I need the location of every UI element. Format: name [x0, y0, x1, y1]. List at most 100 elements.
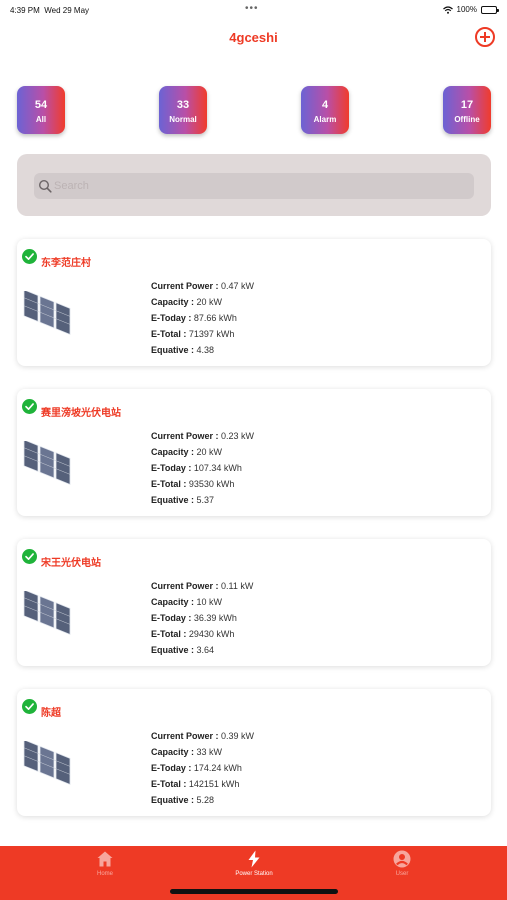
- tab-home-label: Home: [96, 871, 113, 877]
- e-total-row: E-Total : 29430 kWh: [151, 626, 253, 642]
- equative-label: Equative :: [151, 495, 195, 505]
- capacity-value: 20 kW: [196, 447, 223, 457]
- e-total-label: E-Total :: [151, 779, 187, 789]
- e-total-label: E-Total :: [151, 629, 187, 639]
- nav-bar: 4gceshi: [0, 22, 507, 54]
- e-today-label: E-Today :: [151, 613, 192, 623]
- battery-percent: 100%: [456, 5, 477, 14]
- equative-row: Equative : 5.37: [151, 492, 254, 508]
- lightning-icon: [248, 850, 260, 868]
- stat-offline-label: Offline: [454, 115, 480, 124]
- current-power-label: Current Power :: [151, 431, 219, 441]
- e-today-row: E-Today : 174.24 kWh: [151, 760, 254, 776]
- equative-row: Equative : 3.64: [151, 642, 253, 658]
- stat-normal-button[interactable]: 33 Normal: [159, 86, 207, 134]
- check-circle-icon: [22, 699, 37, 714]
- status-right: 100%: [442, 5, 499, 14]
- solar-panel-image: [23, 291, 71, 335]
- e-total-row: E-Total : 142151 kWh: [151, 776, 254, 792]
- stat-alarm-label: Alarm: [313, 115, 337, 124]
- e-total-label: E-Total :: [151, 329, 187, 339]
- e-total-label: E-Total :: [151, 479, 187, 489]
- stat-alarm-count: 4: [321, 99, 329, 111]
- e-total-row: E-Total : 71397 kWh: [151, 326, 254, 342]
- tab-power-station[interactable]: Power Station: [204, 850, 304, 890]
- search-input[interactable]: [54, 173, 464, 199]
- current-power-row: Current Power : 0.23 kW: [151, 428, 254, 444]
- capacity-value: 10 kW: [196, 597, 223, 607]
- e-total-value: 93530 kWh: [188, 479, 235, 489]
- e-total-row: E-Total : 93530 kWh: [151, 476, 254, 492]
- current-power-value: 0.39 kW: [221, 731, 255, 741]
- capacity-row: Capacity : 20 kW: [151, 444, 254, 460]
- check-circle-icon: [22, 249, 37, 264]
- solar-panel-image: [23, 741, 71, 785]
- stat-offline-count: 17: [460, 99, 474, 111]
- station-name: 陈超: [41, 708, 61, 719]
- stat-all-button[interactable]: 54 All: [17, 86, 65, 134]
- current-power-label: Current Power :: [151, 281, 219, 291]
- e-today-label: E-Today :: [151, 463, 192, 473]
- station-card[interactable]: 陈超 Current Power : 0.39 kW Capacity : 33…: [17, 689, 491, 816]
- status-time: 4:39 PM Wed 29 May: [10, 6, 89, 15]
- stat-all-count: 54: [34, 99, 48, 111]
- e-today-value: 174.24 kWh: [193, 763, 242, 773]
- capacity-label: Capacity :: [151, 747, 195, 757]
- station-card[interactable]: 东李范庄村 Current Power : 0.47 kW Capacity :…: [17, 239, 491, 366]
- equative-label: Equative :: [151, 795, 195, 805]
- stat-normal-label: Normal: [169, 115, 197, 124]
- stat-all-label: All: [35, 115, 47, 124]
- multitask-dots[interactable]: •••: [245, 3, 259, 14]
- station-info: Current Power : 0.23 kW Capacity : 20 kW…: [151, 428, 254, 508]
- e-today-value: 36.39 kWh: [193, 613, 237, 623]
- station-name: 宋王光伏电站: [41, 558, 101, 569]
- search-box[interactable]: [34, 173, 474, 199]
- current-power-row: Current Power : 0.11 kW: [151, 578, 253, 594]
- current-power-value: 0.23 kW: [221, 431, 255, 441]
- capacity-row: Capacity : 33 kW: [151, 744, 254, 760]
- stat-alarm-button[interactable]: 4 Alarm: [301, 86, 349, 134]
- e-total-value: 29430 kWh: [188, 629, 235, 639]
- status-time-text: 4:39 PM: [10, 6, 40, 15]
- tab-user[interactable]: User: [352, 850, 452, 890]
- stat-offline-button[interactable]: 17 Offline: [443, 86, 491, 134]
- add-station-button[interactable]: [475, 27, 495, 47]
- station-card[interactable]: 宋王光伏电站 Current Power : 0.11 kW Capacity …: [17, 539, 491, 666]
- capacity-value: 20 kW: [196, 297, 223, 307]
- equative-row: Equative : 4.38: [151, 342, 254, 358]
- station-info: Current Power : 0.47 kW Capacity : 20 kW…: [151, 278, 254, 358]
- current-power-label: Current Power :: [151, 731, 219, 741]
- equative-value: 4.38: [196, 345, 215, 355]
- e-today-value: 107.34 kWh: [193, 463, 242, 473]
- current-power-row: Current Power : 0.39 kW: [151, 728, 254, 744]
- e-today-row: E-Today : 87.66 kWh: [151, 310, 254, 326]
- home-indicator[interactable]: [170, 889, 338, 894]
- capacity-label: Capacity :: [151, 447, 195, 457]
- stat-normal-count: 33: [176, 99, 190, 111]
- check-circle-icon: [22, 399, 37, 414]
- equative-value: 5.37: [196, 495, 215, 505]
- e-total-value: 142151 kWh: [188, 779, 240, 789]
- equative-value: 5.28: [196, 795, 215, 805]
- tab-home[interactable]: Home: [55, 850, 155, 890]
- equative-row: Equative : 5.28: [151, 792, 254, 808]
- e-today-label: E-Today :: [151, 313, 192, 323]
- station-card[interactable]: 赛里滂坡光伏电站 Current Power : 0.23 kW Capacit…: [17, 389, 491, 516]
- solar-panel-image: [23, 441, 71, 485]
- wifi-icon: [442, 5, 453, 14]
- current-power-label: Current Power :: [151, 581, 219, 591]
- station-name: 东李范庄村: [41, 258, 91, 269]
- capacity-row: Capacity : 10 kW: [151, 594, 253, 610]
- station-info: Current Power : 0.11 kW Capacity : 10 kW…: [151, 578, 253, 658]
- status-bar: 4:39 PM Wed 29 May ••• 100%: [0, 0, 507, 22]
- solar-panel-image: [23, 591, 71, 635]
- tab-user-label: User: [395, 871, 409, 877]
- capacity-value: 33 kW: [196, 747, 223, 757]
- user-icon: [393, 850, 411, 868]
- check-circle-icon: [22, 549, 37, 564]
- search-panel: [17, 154, 491, 216]
- e-today-label: E-Today :: [151, 763, 192, 773]
- home-icon: [97, 851, 113, 867]
- e-total-value: 71397 kWh: [188, 329, 235, 339]
- capacity-label: Capacity :: [151, 297, 195, 307]
